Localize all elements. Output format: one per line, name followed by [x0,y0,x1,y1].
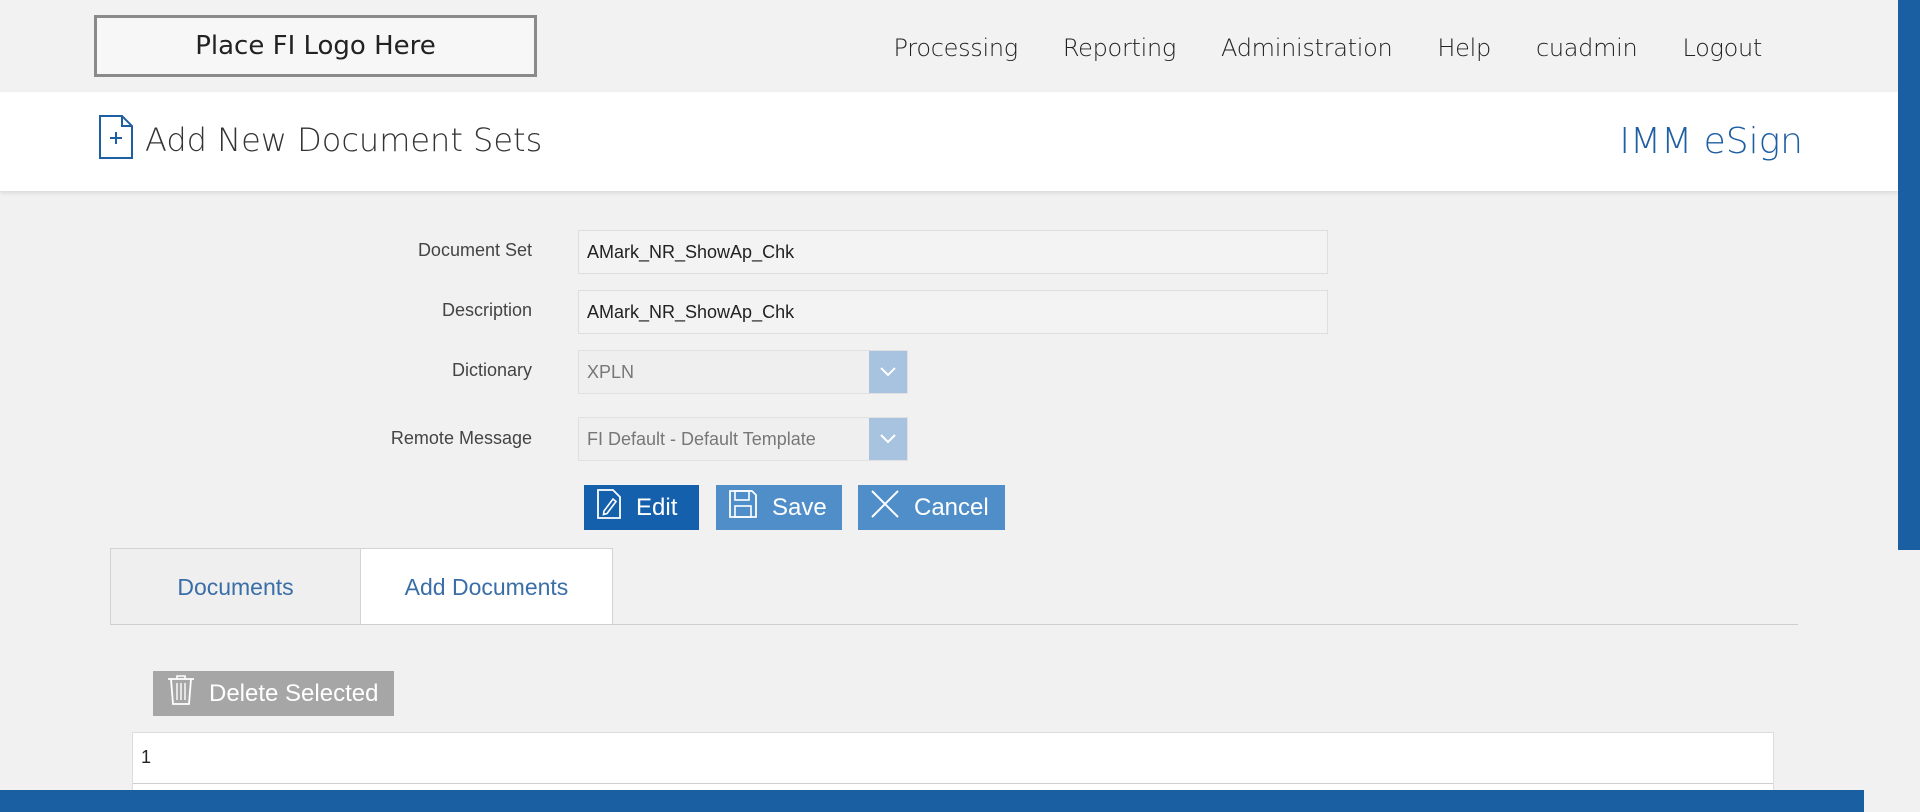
main-nav: Processing Reporting Administration Help… [894,34,1763,62]
new-document-icon [98,114,134,165]
document-set-input[interactable]: AMark_NR_ShowAp_Chk [578,230,1328,274]
document-set-label: Document Set [417,240,532,260]
list-divider [133,783,1773,784]
documents-list: 1 [132,732,1774,792]
nav-processing[interactable]: Processing [894,34,1019,62]
dictionary-value: XPLN [587,361,635,382]
cancel-label: Cancel [914,493,989,521]
scrollbar-thumb[interactable] [1898,0,1920,550]
nav-reporting[interactable]: Reporting [1063,34,1176,62]
remote-message-value: FI Default - Default Template [587,428,816,449]
delete-selected-label: Delete Selected [209,679,379,707]
edit-label: Edit [636,493,678,521]
remote-message-label: Remote Message [390,428,532,448]
floppy-disk-icon [728,489,758,526]
list-item[interactable]: 1 [141,747,151,768]
nav-administration[interactable]: Administration [1221,34,1393,62]
remote-message-select[interactable]: FI Default - Default Template [578,417,908,461]
edit-button[interactable]: Edit [584,485,699,530]
trash-icon [167,674,195,713]
description-input[interactable]: AMark_NR_ShowAp_Chk [578,290,1328,334]
tab-documents[interactable]: Documents [110,548,361,625]
scrollbar-track[interactable] [1898,550,1920,812]
chevron-down-icon[interactable] [869,351,907,393]
nav-help[interactable]: Help [1437,34,1491,62]
nav-user[interactable]: cuadmin [1536,34,1638,62]
save-label: Save [772,493,827,521]
dictionary-select[interactable]: XPLN [578,350,908,394]
nav-logout[interactable]: Logout [1682,34,1762,62]
pencil-icon [596,488,622,527]
dictionary-label: Dictionary [451,360,532,380]
chevron-down-icon[interactable] [869,418,907,460]
delete-selected-button[interactable]: Delete Selected [153,671,394,716]
tab-add-documents[interactable]: Add Documents [360,548,613,625]
page-title: Add New Document Sets [145,121,543,159]
top-bar: Place FI Logo Here Processing Reporting … [0,0,1898,92]
save-button[interactable]: Save [716,485,842,530]
tab-divider [110,624,1798,625]
footer-bar [0,790,1864,812]
cancel-button[interactable]: Cancel [858,485,1005,530]
brand-name: IMM eSign [1619,121,1803,162]
fi-logo[interactable]: Place FI Logo Here [94,15,537,77]
close-icon [870,489,900,526]
page-header: Add New Document Sets IMM eSign [0,92,1898,191]
description-label: Description [441,300,532,320]
